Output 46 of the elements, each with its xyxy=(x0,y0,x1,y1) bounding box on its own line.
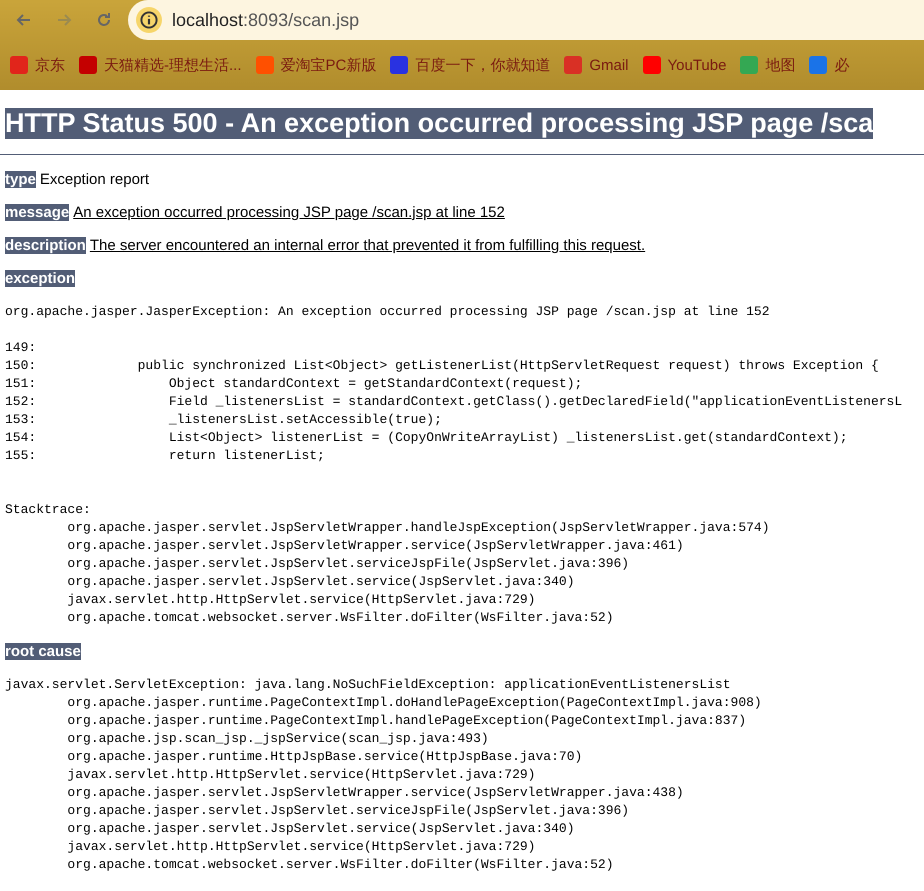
bookmark[interactable]: Gmail xyxy=(564,56,629,74)
address-bar[interactable]: localhost:8093/scan.jsp xyxy=(128,0,924,40)
field-value: Exception report xyxy=(40,171,150,188)
field-label: type xyxy=(5,171,36,188)
bookmark[interactable]: 爱淘宝PC新版 xyxy=(256,56,376,74)
code-line: org.apache.jasper.JasperException: An exception occurred processing JSP page /scan.jsp at line 152 xyxy=(5,304,770,319)
code-line: org.apache.jasper.servlet.JspServlet.serviceJspFile(JspServlet.java:396) xyxy=(66,803,630,818)
code-line: 155: return listenerList; xyxy=(5,448,325,463)
code-line: javax.servlet.ServletException: java.lang.NoSuchFieldException: applicationEventListenersList xyxy=(5,677,731,692)
code-line: org.apache.jasper.servlet.JspServlet.service(JspServlet.java:340) xyxy=(66,821,574,836)
code-line: org.apache.jasper.runtime.PageContextImpl.handlePageException(PageContextImpl.java:837) xyxy=(66,713,746,728)
code-line: 149: xyxy=(5,340,36,355)
code-line: org.apache.jasper.servlet.JspServlet.serviceJspFile(JspServlet.java:396) xyxy=(66,556,630,571)
code-line: org.apache.jsp.scan_jsp._jspService(scan_jsp.java:493) xyxy=(66,731,489,746)
code-line: org.apache.jasper.servlet.JspServletWrapper.service(JspServletWrapper.java:461) xyxy=(66,538,684,553)
bookmark[interactable]: 天猫精选-理想生活... xyxy=(79,56,242,74)
page-title: HTTP Status 500 - An exception occurred processing JSP page /sca xyxy=(5,108,874,139)
code-line: org.apache.jasper.servlet.JspServletWrapper.service(JspServletWrapper.java:438) xyxy=(66,785,684,800)
code-line: 151: Object standardContext = getStandardContext(request); xyxy=(5,376,582,391)
field-value-link[interactable]: An exception occurred processing JSP page /scan.jsp at line 152 xyxy=(73,204,505,221)
bookmark[interactable]: 百度一下，你就知道 xyxy=(390,56,550,74)
info-icon[interactable] xyxy=(136,7,162,33)
code-line: 153: _listenersList.setAccessible(true); xyxy=(5,412,442,427)
code-line: 152: Field _listenersList = standardContext.getClass().getDeclaredField("applicationEventListenersL xyxy=(5,394,902,409)
code-line: org.apache.jasper.runtime.HttpJspBase.service(HttpJspBase.java:70) xyxy=(66,749,582,764)
bookmark[interactable]: 京东 xyxy=(10,56,65,74)
code-line: org.apache.jasper.servlet.JspServlet.service(JspServlet.java:340) xyxy=(66,574,574,589)
field-label: message xyxy=(5,204,70,221)
section-label: root cause xyxy=(5,643,81,660)
bookmark[interactable]: 必 xyxy=(809,56,850,74)
code-line: javax.servlet.http.HttpServlet.service(HttpServlet.java:729) xyxy=(66,767,536,782)
code-line: org.apache.jasper.runtime.PageContextImpl.doHandlePageException(PageContextImpl.java:908) xyxy=(66,695,762,710)
bookmark[interactable]: 地图 xyxy=(740,56,796,74)
field-value-link[interactable]: The server encountered an internal error that prevented it from fulfilling this request. xyxy=(90,237,646,254)
code-line: Stacktrace: xyxy=(5,502,91,517)
bookmark[interactable]: YouTube xyxy=(642,56,726,74)
field-label: description xyxy=(5,237,86,254)
code-line: 150: public synchronized List<Object> getListenerList(HttpServletRequest request) throws Exception { xyxy=(5,358,879,373)
section-label: exception xyxy=(5,270,76,287)
code-line: org.apache.tomcat.websocket.server.WsFilter.doFilter(WsFilter.java:52) xyxy=(66,610,614,625)
code-line: org.apache.jasper.servlet.JspServletWrapper.handleJspException(JspServletWrapper.java:574) xyxy=(66,520,770,535)
code-line: 154: List<Object> listenerList = (CopyOnWriteArrayList) _listenersList.get(standardContext); xyxy=(5,430,848,445)
code-line: org.apache.tomcat.websocket.server.WsFilter.doFilter(WsFilter.java:52) xyxy=(66,857,614,872)
code-line: javax.servlet.http.HttpServlet.service(HttpServlet.java:729) xyxy=(66,839,536,854)
code-line: javax.servlet.http.HttpServlet.service(HttpServlet.java:729) xyxy=(66,592,536,607)
url-text: localhost:8093/scan.jsp xyxy=(172,10,360,30)
